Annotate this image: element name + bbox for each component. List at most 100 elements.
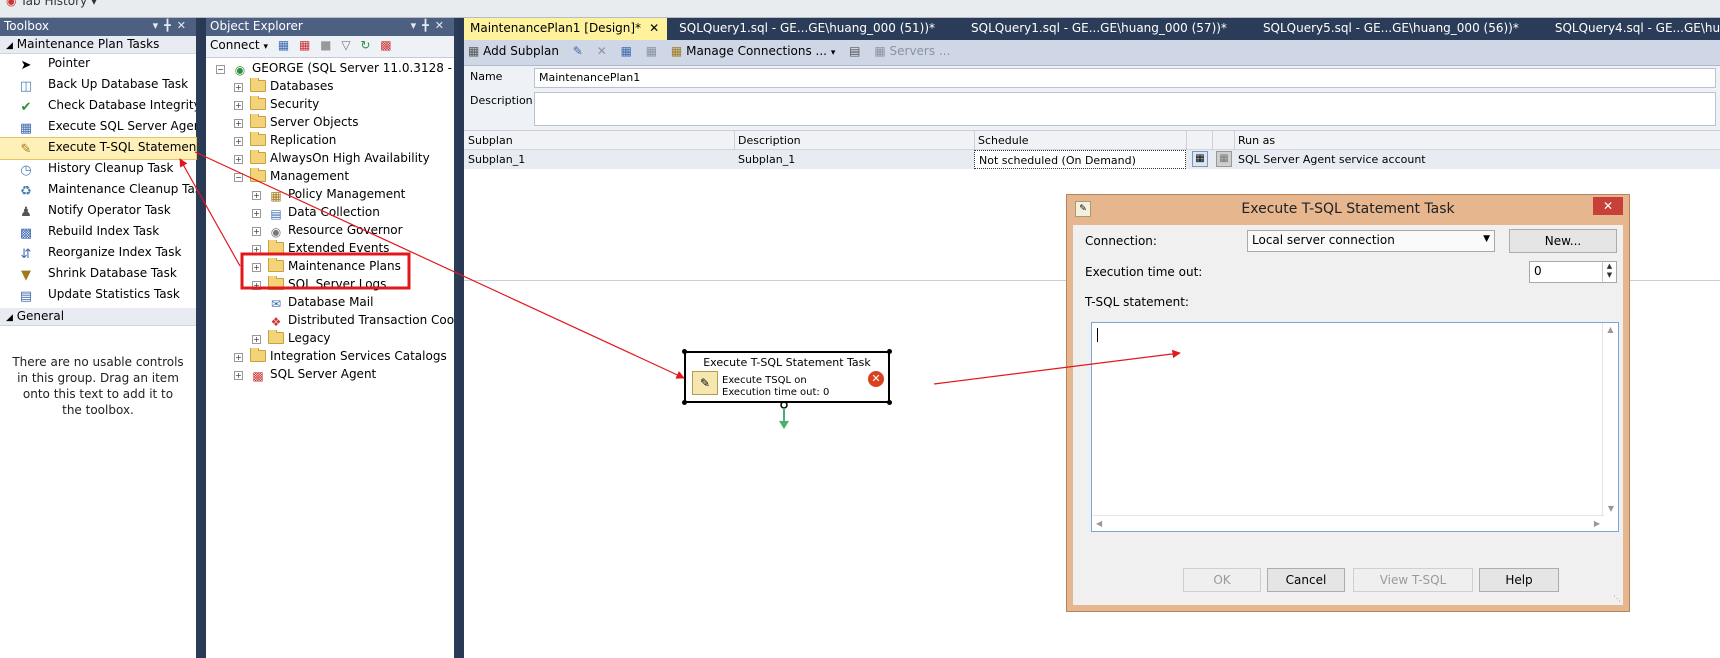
task-box[interactable]: Execute T-SQL Statement Task ✎ Execute T…	[682, 349, 892, 405]
expand-icon[interactable]: +	[252, 335, 261, 344]
tree-node-legacy[interactable]: + Legacy	[252, 330, 454, 348]
expand-icon[interactable]: +	[252, 263, 261, 272]
disconnect-icon[interactable]: ▦	[299, 38, 310, 52]
view-tsql-button[interactable]: View T-SQL	[1353, 568, 1473, 592]
remove-schedule-icon[interactable]: ▦	[1216, 151, 1232, 167]
tree-node-extended-events[interactable]: + Extended Events	[252, 240, 454, 258]
toolbox-group-general[interactable]: ◢ General	[0, 308, 196, 326]
toolbox-group-maintenance[interactable]: ◢ Maintenance Plan Tasks	[0, 36, 196, 54]
horizontal-scrollbar[interactable]: ◀ ▶	[1092, 515, 1604, 531]
close-tab-icon[interactable]: ✕	[649, 21, 659, 35]
precedence-connector[interactable]	[764, 401, 804, 441]
tree-node-database-mail[interactable]: ✉ Database Mail	[252, 294, 454, 312]
toolbox-item-backup[interactable]: ◫ Back Up Database Task	[0, 75, 196, 96]
resize-handle[interactable]	[887, 349, 892, 354]
dropdown-icon[interactable]: ▾	[153, 19, 165, 32]
manage-connections-button[interactable]: ▦ Manage Connections ... ▾	[671, 44, 835, 58]
resize-handle[interactable]	[887, 400, 892, 405]
timeout-stepper[interactable]: 0 ▲ ▼	[1529, 261, 1617, 283]
stop-icon[interactable]: ■	[320, 38, 331, 52]
refresh-icon[interactable]: ↻	[360, 38, 370, 52]
expand-icon[interactable]: +	[234, 119, 243, 128]
expand-icon[interactable]: +	[234, 137, 243, 146]
cancel-button[interactable]: Cancel	[1267, 568, 1345, 592]
tree-node-server-objects[interactable]: + Server Objects	[234, 114, 454, 132]
tree-node-integration-services[interactable]: + Integration Services Catalogs	[234, 348, 454, 366]
connection-select[interactable]: Local server connection ▼	[1247, 230, 1495, 252]
scroll-left-icon[interactable]: ◀	[1096, 519, 1102, 528]
toolbox-item-maintenance-cleanup[interactable]: ♻ Maintenance Cleanup Task	[0, 180, 196, 201]
tree-node-sql-server-logs[interactable]: + SQL Server Logs	[252, 276, 454, 294]
ok-button[interactable]: OK	[1183, 568, 1261, 592]
spinner-arrows-icon[interactable]: ▲ ▼	[1602, 262, 1616, 282]
toolbox-item-execute-tsql[interactable]: ✎ Execute T-SQL Statement ...	[0, 137, 197, 160]
collapse-icon[interactable]: −	[216, 65, 225, 74]
connect-button[interactable]: Connect ▾	[210, 38, 268, 52]
tab-sqlquery4-54[interactable]: SQLQuery4.sql - GE...GE\huang_000 (54))*	[1549, 18, 1720, 40]
expand-icon[interactable]: +	[234, 371, 243, 380]
toolbox-item-agent-job[interactable]: ▦ Execute SQL Server Agent...	[0, 117, 196, 138]
toolbox-item-notify-operator[interactable]: ♟ Notify Operator Task	[0, 201, 196, 222]
expand-icon[interactable]: +	[234, 83, 243, 92]
pin-icon[interactable]: ╋	[422, 19, 435, 32]
tree-node-sql-server-agent[interactable]: + ▩ SQL Server Agent	[234, 366, 454, 384]
scroll-up-icon[interactable]: ▲	[1603, 325, 1618, 334]
help-button[interactable]: Help	[1479, 568, 1559, 592]
connector-anchor[interactable]	[780, 401, 788, 409]
grid-icon[interactable]: ▦	[646, 44, 657, 58]
vertical-scrollbar[interactable]: ▲ ▼	[1602, 323, 1618, 515]
toolbox-item-pointer[interactable]: ➤ Pointer	[0, 54, 196, 75]
servers-button[interactable]: ▦ Servers ...	[874, 44, 950, 58]
toolbox-item-reorganize-index[interactable]: ⇵ Reorganize Index Task	[0, 243, 196, 264]
resize-handle[interactable]	[682, 349, 687, 354]
tree-node-maintenance-plans[interactable]: + Maintenance Plans	[252, 258, 454, 276]
description-field[interactable]	[534, 92, 1716, 126]
tab-sqlquery1-51[interactable]: SQLQuery1.sql - GE...GE\huang_000 (51))*	[673, 18, 943, 40]
filter-icon[interactable]: ▽	[341, 38, 350, 52]
tree-node-dtc[interactable]: ❖ Distributed Transaction Coordinator	[252, 312, 454, 330]
toolbox-item-rebuild-index[interactable]: ▩ Rebuild Index Task	[0, 222, 196, 243]
expand-icon[interactable]: +	[234, 353, 243, 362]
close-button[interactable]: ✕	[1593, 197, 1623, 215]
pin-icon[interactable]: ╋	[164, 19, 177, 32]
expand-icon[interactable]: +	[252, 245, 261, 254]
scroll-down-icon[interactable]: ▼	[1603, 504, 1619, 513]
tree-node-resource-governor[interactable]: + ◉ Resource Governor	[252, 222, 454, 240]
close-icon[interactable]: ✕	[435, 19, 450, 32]
activity-monitor-icon[interactable]: ▩	[380, 38, 391, 52]
resize-handle[interactable]	[682, 400, 687, 405]
tab-sqlquery1-57[interactable]: SQLQuery1.sql - GE...GE\huang_000 (57))*	[965, 18, 1235, 40]
expand-icon[interactable]: +	[252, 281, 261, 290]
toolbox-item-update-statistics[interactable]: ▤ Update Statistics Task	[0, 285, 196, 306]
tab-history-button[interactable]: ◉ Tab History ▾	[6, 0, 97, 8]
table-row[interactable]: Subplan_1 Subplan_1 Not scheduled (On De…	[464, 150, 1720, 169]
toolbox-item-history-cleanup[interactable]: ◷ History Cleanup Task	[0, 159, 196, 180]
expand-icon[interactable]: +	[252, 227, 261, 236]
tab-sqlquery5-56[interactable]: SQLQuery5.sql - GE...GE\huang_000 (56))*	[1257, 18, 1527, 40]
expand-icon[interactable]: +	[252, 191, 261, 200]
dropdown-icon[interactable]: ▾	[411, 19, 423, 32]
toolbox-item-shrink-database[interactable]: ▼ Shrink Database Task	[0, 264, 196, 285]
tree-node-policy-management[interactable]: + ▦ Policy Management	[252, 186, 454, 204]
resize-grip-icon[interactable]: ⋱	[1613, 594, 1621, 603]
delete-subplan-icon[interactable]: ✕	[597, 44, 607, 58]
add-subplan-button[interactable]: ▦ Add Subplan	[468, 44, 559, 58]
expand-icon[interactable]: +	[252, 209, 261, 218]
name-field[interactable]: MaintenancePlan1	[534, 68, 1716, 88]
tree-node-management[interactable]: − Management	[234, 168, 454, 186]
scroll-right-icon[interactable]: ▶	[1594, 519, 1600, 528]
collapse-icon[interactable]: −	[234, 173, 243, 182]
expand-icon[interactable]: +	[234, 155, 243, 164]
tab-maintenance-plan-design[interactable]: MaintenancePlan1 [Design]* ✕	[464, 18, 668, 40]
reporting-icon[interactable]: ▤	[849, 44, 860, 58]
schedule-calendar-icon[interactable]: ▦	[1192, 151, 1208, 167]
tree-node-alwayson[interactable]: + AlwaysOn High Availability	[234, 150, 454, 168]
tree-node-data-collection[interactable]: + ▤ Data Collection	[252, 204, 454, 222]
cell-schedule[interactable]: Not scheduled (On Demand)	[974, 150, 1186, 169]
connect-server-icon[interactable]: ▦	[278, 38, 289, 52]
expand-icon[interactable]: +	[234, 101, 243, 110]
tsql-statement-input[interactable]: ▲ ▼ ◀ ▶	[1091, 322, 1619, 532]
tree-node-security[interactable]: + Security	[234, 96, 454, 114]
new-connection-button[interactable]: New...	[1509, 229, 1617, 253]
tree-node-replication[interactable]: + Replication	[234, 132, 454, 150]
